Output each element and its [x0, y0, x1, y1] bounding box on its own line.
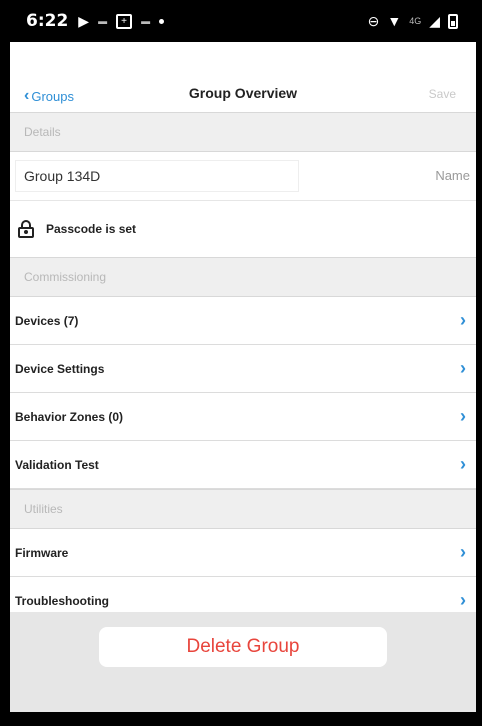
app-screen: 6:22 ▶ ▬ + ▬ ⊖ ▼ 4G ◢ ‹ Groups Group Ove… — [10, 0, 476, 712]
row-firmware[interactable]: Firmware › — [10, 529, 476, 577]
play-icon: ▶ — [78, 13, 90, 29]
status-bar: 6:22 ▶ ▬ + ▬ ⊖ ▼ 4G ◢ — [10, 0, 476, 42]
passcode-status: Passcode is set — [46, 222, 137, 236]
chevron-right-icon: › — [460, 542, 466, 562]
battery-icon — [448, 13, 458, 29]
row-label: Device Settings — [15, 361, 105, 376]
row-label: Validation Test — [15, 457, 99, 472]
app-notification-icon: + — [116, 13, 133, 29]
group-name-label: Name — [435, 168, 470, 183]
wifi-icon: ▼ — [387, 13, 402, 29]
passcode-row[interactable]: Passcode is set — [10, 201, 476, 257]
navigation-bar: ‹ Groups Group Overview Save — [10, 42, 476, 112]
chevron-right-icon: › — [460, 454, 466, 474]
group-name-row: Name — [10, 152, 476, 201]
chevron-right-icon: › — [460, 310, 466, 330]
row-label: Behavior Zones (0) — [15, 409, 124, 424]
row-label: Devices (7) — [15, 313, 79, 328]
more-notifications-icon — [159, 18, 165, 24]
delete-group-button[interactable]: Delete Group — [99, 627, 387, 667]
section-header-commissioning: Commissioning — [10, 257, 476, 297]
network-type: 4G — [409, 16, 422, 26]
device-frame: 6:22 ▶ ▬ + ▬ ⊖ ▼ 4G ◢ ‹ Groups Group Ove… — [0, 0, 482, 726]
lock-icon — [18, 220, 34, 238]
footer-area: Delete Group — [10, 612, 476, 712]
chevron-right-icon: › — [460, 590, 466, 610]
notification-icon: ▬ — [98, 16, 108, 26]
notification-icon-2: ▬ — [141, 16, 151, 26]
chevron-right-icon: › — [460, 406, 466, 426]
signal-icon: ◢ — [429, 13, 440, 29]
do-not-disturb-icon: ⊖ — [367, 13, 380, 29]
row-behavior-zones[interactable]: Behavior Zones (0) › — [10, 393, 476, 441]
group-name-input[interactable] — [15, 160, 299, 192]
chevron-right-icon: › — [460, 358, 466, 378]
row-label: Troubleshooting — [15, 593, 109, 608]
page-title: Group Overview — [188, 85, 298, 101]
section-header-details: Details — [10, 112, 476, 152]
row-devices[interactable]: Devices (7) › — [10, 297, 476, 345]
row-label: Firmware — [15, 545, 69, 560]
section-header-utilities: Utilities — [10, 489, 476, 529]
save-button[interactable]: Save — [429, 87, 456, 101]
system-icons: ⊖ ▼ 4G ◢ — [367, 13, 458, 29]
notification-icons: ▶ ▬ + ▬ — [78, 13, 165, 29]
status-time: 6:22 — [26, 11, 69, 31]
row-device-settings[interactable]: Device Settings › — [10, 345, 476, 393]
row-validation-test[interactable]: Validation Test › — [10, 441, 476, 489]
